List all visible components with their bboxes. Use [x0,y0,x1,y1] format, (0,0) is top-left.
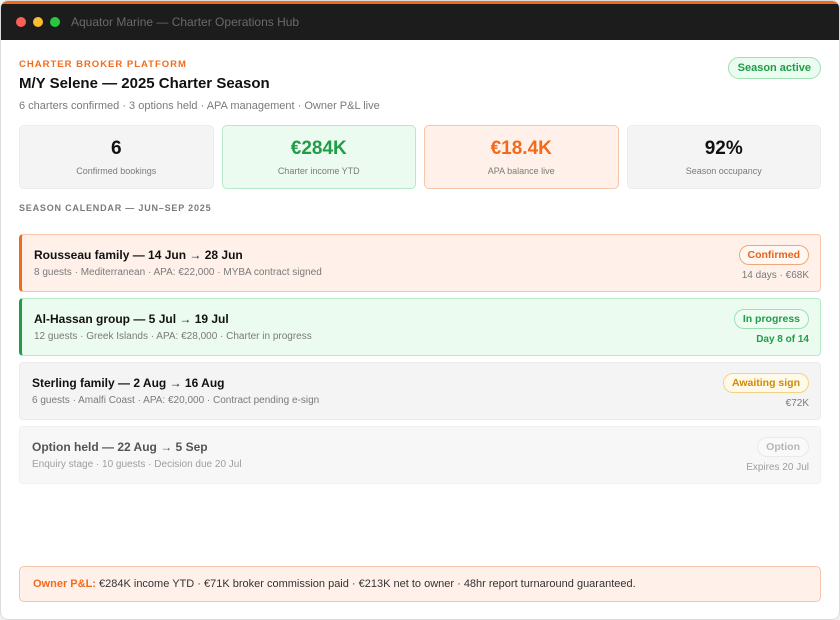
kpi-row: 6 Confirmed bookings €284K Charter incom… [19,125,821,189]
owner-pl-label: Owner P&L: [33,578,96,590]
kpi-label: APA balance live [487,166,555,176]
owner-pl-note: Owner P&L: €284K income YTD · €71K broke… [19,566,821,602]
booking-status-badge: In progress [733,309,809,329]
booking-meta: Enquiry stage · 10 guests · Decision due… [32,459,242,470]
season-status-badge: Season active [727,57,821,79]
main-content: CHARTER BROKER PLATFORM M/Y Selene — 202… [1,40,839,484]
booking-title: Rousseau family — 14 Jun → 28 Jun [34,248,243,262]
kpi-value: €284K [290,138,347,159]
booking-status-badge: Confirmed [738,245,809,265]
booking-summary: 14 days · €68K [741,270,809,281]
kpi-card-occupancy: 92% Season occupancy [626,125,821,189]
owner-pl-text: €284K income YTD · €71K broker commissio… [95,578,636,590]
kpi-value: 92% [704,138,743,159]
page-header: CHARTER BROKER PLATFORM M/Y Selene — 202… [19,40,821,120]
booking-row-rousseau[interactable]: Rousseau family — 14 Jun → 28 Jun 8 gues… [19,234,821,292]
platform-eyebrow: CHARTER BROKER PLATFORM [19,59,187,70]
window-title: Aquator Marine — Charter Operations Hub [71,15,300,29]
booking-title: Sterling family — 2 Aug → 16 Aug [32,376,225,390]
kpi-card-bookings: 6 Confirmed bookings [19,125,214,189]
kpi-card-apa: €18.4K APA balance live [424,125,619,189]
kpi-label: Season occupancy [685,166,762,176]
kpi-value: €18.4K [490,138,552,159]
booking-meta: 8 guests · Mediterranean · APA: €22,000 … [34,267,322,278]
kpi-card-income: €284K Charter income YTD [221,125,416,189]
page-title: M/Y Selene — 2025 Charter Season [19,75,270,92]
title-bar: Aquator Marine — Charter Operations Hub [1,4,839,40]
booking-summary: Expires 20 Jul [746,462,809,473]
minimize-window-button[interactable] [33,17,43,27]
booking-row-al-hassan[interactable]: Al-Hassan group — 5 Jul → 19 Jul 12 gues… [19,298,821,356]
booking-status-badge: Option [757,437,809,457]
kpi-value: 6 [110,138,122,159]
booking-meta: 12 guests · Greek Islands · APA: €28,000… [34,331,312,342]
booking-summary: €72K [785,398,809,409]
calendar-section-label: SEASON CALENDAR — JUN–SEP 2025 [19,203,212,213]
booking-row-option[interactable]: Option held — 22 Aug → 5 Sep Enquiry sta… [19,426,821,484]
page-subtitle: 6 charters confirmed · 3 options held · … [19,100,380,112]
maximize-window-button[interactable] [50,17,60,27]
kpi-label: Charter income YTD [277,166,360,176]
booking-list: Rousseau family — 14 Jun → 28 Jun 8 gues… [19,234,821,484]
booking-row-sterling[interactable]: Sterling family — 2 Aug → 16 Aug 6 guest… [19,362,821,420]
close-window-button[interactable] [16,17,26,27]
booking-status-badge: Awaiting sign [722,373,809,393]
booking-title: Al-Hassan group — 5 Jul → 19 Jul [34,312,229,326]
booking-summary: Day 8 of 14 [756,334,809,345]
kpi-label: Confirmed bookings [76,166,157,176]
booking-title: Option held — 22 Aug → 5 Sep [32,440,208,454]
app-window: Aquator Marine — Charter Operations Hub … [0,0,840,620]
booking-meta: 6 guests · Amalfi Coast · APA: €20,000 ·… [32,395,320,406]
